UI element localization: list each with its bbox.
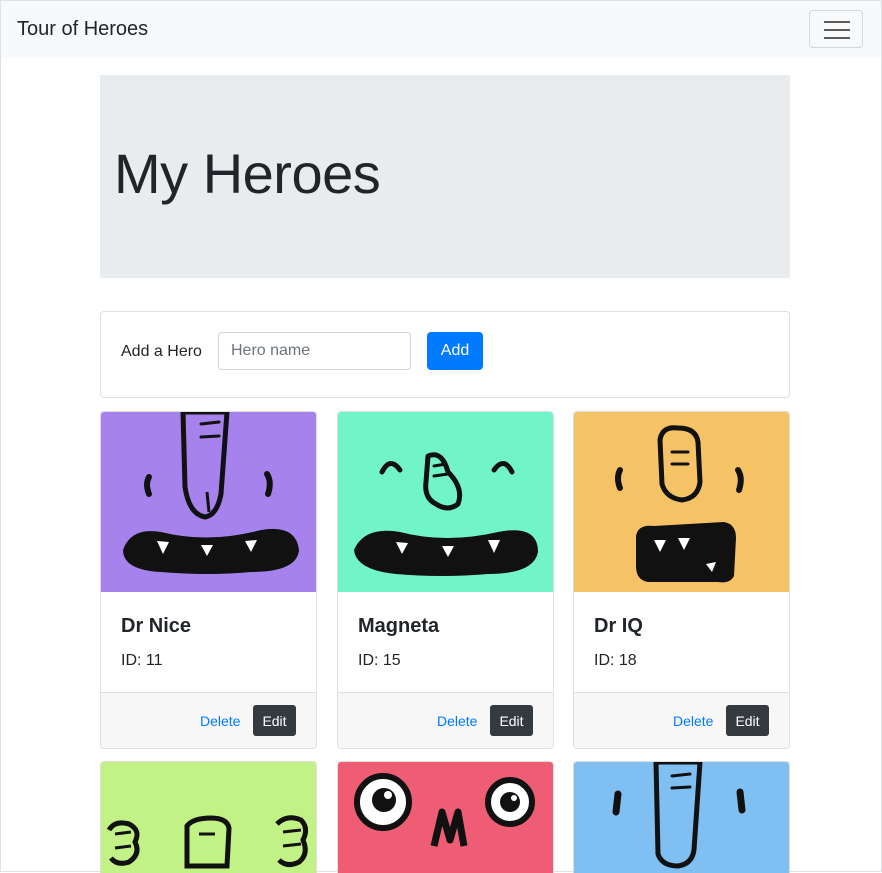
card-footer: Delete Edit [101,692,316,748]
page-title: My Heroes [114,142,381,205]
hero-name: Dr Nice [121,615,192,637]
hero-id: ID: 18 [594,652,637,669]
hero-id: ID: 15 [358,652,401,669]
edit-button[interactable]: Edit [253,705,296,736]
add-hero-label: Add a Hero [121,343,202,360]
card-footer: Delete Edit [574,692,789,748]
add-hero-button[interactable]: Add [427,332,483,370]
edit-button[interactable]: Edit [490,705,533,736]
delete-button[interactable]: Delete [200,712,240,730]
hero-card [337,761,554,873]
hero-card [573,761,790,873]
card-footer: Delete Edit [338,692,553,748]
jumbotron: My Heroes [100,75,790,278]
hero-card: Magneta ID: 15 Delete Edit [337,411,554,749]
hero-name: Magneta [358,615,440,637]
add-hero-card: Add a Hero Add [100,311,790,398]
hero-name: Dr IQ [594,615,643,637]
edit-button[interactable]: Edit [726,705,769,736]
hero-avatar-image [101,762,316,873]
hero-id: ID: 11 [121,652,163,669]
hero-avatar-image [574,412,789,592]
hero-avatar-image [338,762,553,873]
hero-name-input[interactable] [218,332,411,370]
hero-card [100,761,317,873]
delete-button[interactable]: Delete [437,712,477,730]
navbar-toggler-button[interactable] [809,10,863,48]
hero-card: Dr Nice ID: 11 Delete Edit [100,411,317,749]
navbar-brand[interactable]: Tour of Heroes [17,16,148,42]
delete-button[interactable]: Delete [673,712,713,730]
hero-avatar-image [338,412,553,592]
hero-avatar-image [101,412,316,592]
hero-card: Dr IQ ID: 18 Delete Edit [573,411,790,749]
hero-avatar-image [574,762,789,873]
navbar: Tour of Heroes [1,1,881,57]
